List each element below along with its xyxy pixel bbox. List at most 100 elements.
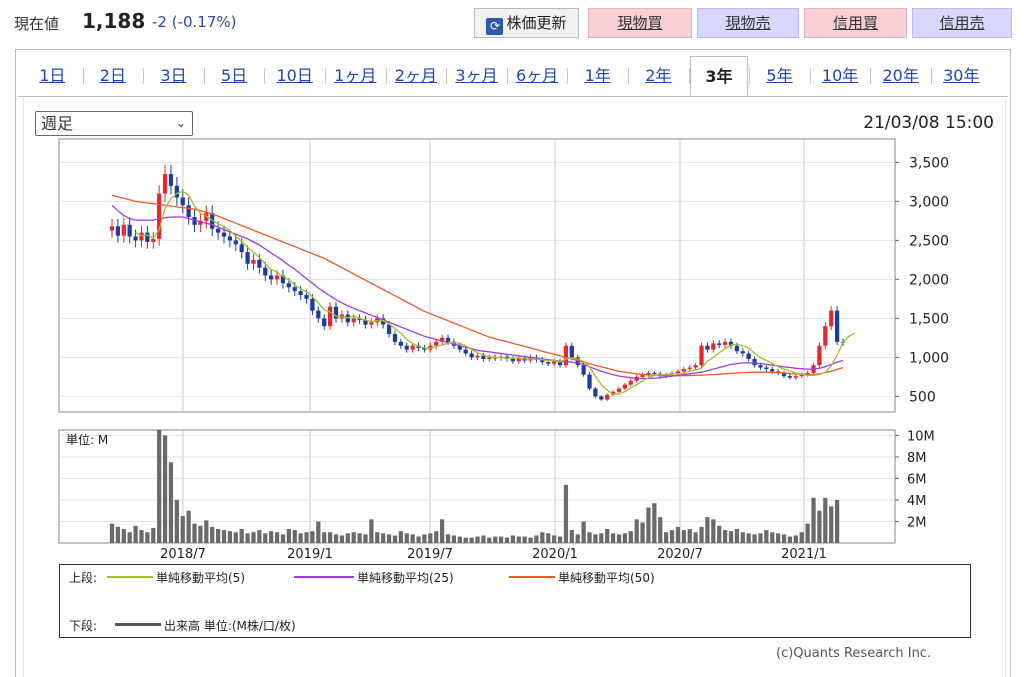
legend-ma5-label: 単純移動平均(5) <box>156 571 245 585</box>
volume-bar <box>628 531 633 543</box>
candle-body <box>133 236 138 241</box>
candle-body <box>121 224 126 236</box>
candle-body <box>581 365 586 375</box>
volume-bar <box>504 537 510 543</box>
candle-body <box>351 318 356 323</box>
volume-bar <box>569 530 574 543</box>
volume-bar <box>563 484 569 543</box>
candle-body <box>127 224 132 237</box>
candle-body <box>793 376 798 378</box>
volume-bar <box>239 529 244 543</box>
candle-body <box>687 367 692 370</box>
volume-bar <box>127 532 132 543</box>
candle-body <box>569 345 574 358</box>
volume-bar <box>404 533 409 543</box>
volume-bar <box>269 531 274 543</box>
candle-body <box>510 358 515 362</box>
volume-bar <box>339 535 345 543</box>
volume-bar <box>793 535 798 543</box>
volume-bar <box>345 533 350 543</box>
candle-body <box>221 232 227 237</box>
volume-bar <box>652 503 657 543</box>
volume-bar <box>664 532 669 543</box>
candle-body <box>345 314 350 323</box>
volume-bar <box>699 526 704 543</box>
volume-bar <box>109 523 115 543</box>
candle-body <box>398 341 403 346</box>
volume-bar <box>139 530 144 543</box>
legend-lower-label: 下段: <box>69 619 98 633</box>
volume-bar <box>392 535 398 543</box>
volume-bar <box>410 534 415 543</box>
candle-body <box>168 174 174 186</box>
legend-volume-label: 出来高 単位:(M株/口/枚) <box>164 619 296 633</box>
price-tick-label: 2,000 <box>909 272 949 288</box>
price-tick-label: 1,000 <box>909 350 949 366</box>
candle-body <box>652 373 657 374</box>
volume-bar <box>322 532 327 543</box>
volume-bar <box>434 531 439 543</box>
volume-bar <box>440 519 445 543</box>
candle-body <box>705 345 710 350</box>
candle-body <box>722 341 728 345</box>
x-tick-label: 2020/1 <box>532 547 578 562</box>
volume-bar <box>428 533 433 543</box>
volume-bar <box>622 533 628 543</box>
legend-ma5-swatch <box>107 576 153 578</box>
volume-bar <box>263 533 268 543</box>
candle-body <box>298 291 303 295</box>
price-tick-label: 500 <box>909 389 936 405</box>
candle-body <box>605 394 610 400</box>
volume-bar <box>286 529 291 543</box>
volume-bar <box>157 430 162 543</box>
volume-bar <box>640 522 645 543</box>
candle-body <box>245 252 250 264</box>
volume-bar <box>528 537 533 543</box>
volume-bar <box>310 531 315 543</box>
volume-bar <box>274 532 280 543</box>
candle-body <box>552 361 557 364</box>
candle-body <box>475 355 480 358</box>
x-tick-label: 2019/1 <box>287 547 333 562</box>
volume-bar <box>381 533 386 543</box>
candle-body <box>758 365 763 368</box>
volume-bar <box>227 531 233 543</box>
volume-bar <box>115 526 121 543</box>
candle-body <box>174 185 179 198</box>
volume-bar <box>787 536 793 543</box>
candle-body <box>746 353 751 359</box>
candle-body <box>734 345 740 352</box>
candle-body <box>215 228 221 233</box>
legend-ma25-swatch <box>294 576 354 578</box>
volume-bar <box>174 499 179 543</box>
volume-bar <box>186 510 191 543</box>
candle-body <box>829 310 834 327</box>
volume-bar <box>587 532 592 543</box>
candle-body <box>681 369 686 372</box>
volume-bar <box>133 525 138 543</box>
volume-bar <box>781 534 787 543</box>
volume-bar <box>770 532 775 543</box>
volume-bar <box>681 530 686 543</box>
candle-body <box>233 240 238 245</box>
candle-body <box>251 259 256 264</box>
candle-body <box>151 238 156 242</box>
candle-body <box>622 384 628 389</box>
volume-bar <box>369 519 374 543</box>
volume-bar <box>752 534 757 543</box>
volume-bar <box>805 523 810 543</box>
candle-body <box>327 306 333 327</box>
volume-unit-label: 単位: M <box>66 432 108 447</box>
volume-bar <box>398 531 403 543</box>
volume-bar <box>510 535 515 543</box>
volume-bar <box>363 534 368 543</box>
volume-bar <box>151 527 156 543</box>
candle-body <box>487 357 492 359</box>
candle-body <box>469 353 474 358</box>
price-tick-label: 1,500 <box>909 311 949 327</box>
volume-bar <box>333 534 339 543</box>
volume-bar <box>469 537 474 543</box>
volume-bar <box>693 532 698 543</box>
candle-body <box>227 236 233 241</box>
volume-bar <box>593 534 598 543</box>
